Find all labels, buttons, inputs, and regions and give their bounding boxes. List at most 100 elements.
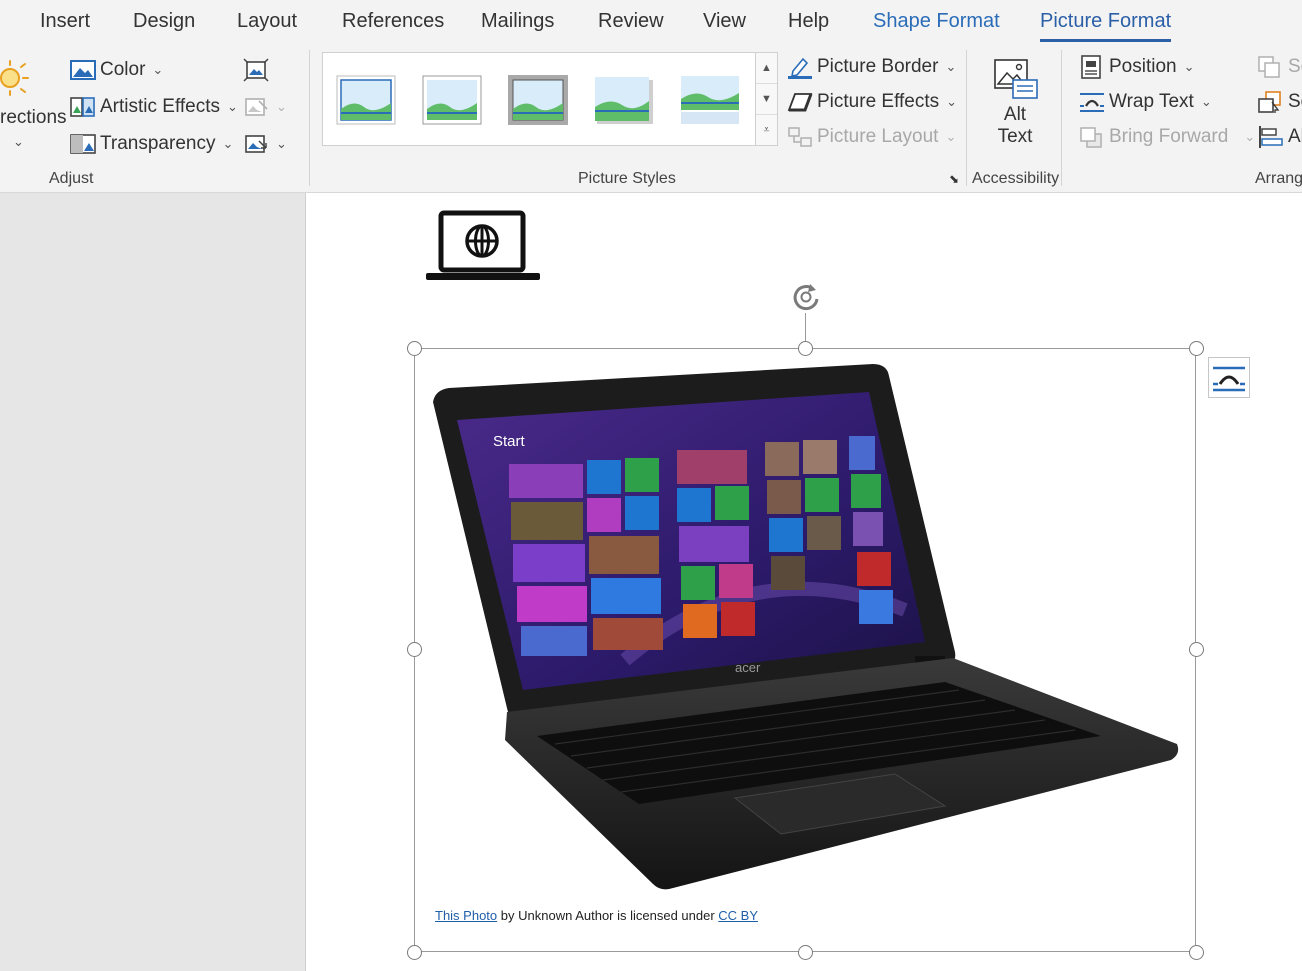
chevron-down-icon: ⌄ xyxy=(945,59,957,74)
send-backward-icon xyxy=(1258,91,1281,113)
gallery-scroll-down-button[interactable]: ▼ xyxy=(756,84,777,115)
color-label: Color xyxy=(100,59,146,80)
align-button[interactable]: Al xyxy=(1258,125,1302,149)
align-left-icon xyxy=(1259,126,1283,148)
color-button[interactable]: Color ⌄ xyxy=(70,58,163,82)
chevron-down-icon: ⌄ xyxy=(945,129,957,144)
tab-insert[interactable]: Insert xyxy=(40,10,90,33)
resize-handle-right[interactable] xyxy=(1189,642,1204,657)
compress-pictures-icon xyxy=(243,58,269,82)
rotate-handle-icon[interactable] xyxy=(789,281,823,313)
gallery-more-button[interactable]: ⩡ xyxy=(756,115,777,146)
artistic-effects-label: Artistic Effects xyxy=(100,96,221,117)
ribbon: rections ⌄ Color ⌄ Artistic Effects ⌄ Tr… xyxy=(0,48,1302,193)
chevron-down-icon: ⌄ xyxy=(222,136,234,151)
cc-by-link[interactable]: CC BY xyxy=(718,908,758,923)
change-picture-button[interactable]: ⌄ xyxy=(243,95,287,119)
picture-layout-button[interactable]: Picture Layout ⌄ xyxy=(787,125,956,149)
layout-options-button[interactable] xyxy=(1208,357,1250,398)
alt-text-label-line1: Alt xyxy=(1003,104,1027,125)
resize-handle-bottom-right[interactable] xyxy=(1189,945,1204,960)
wrap-text-button[interactable]: Wrap Text ⌄ xyxy=(1079,90,1212,114)
alt-text-button[interactable]: Alt Text xyxy=(990,58,1040,148)
send-backward-label: Se xyxy=(1288,91,1302,112)
picture-layout-icon xyxy=(788,127,812,147)
gallery-scroll-up-button[interactable]: ▲ xyxy=(756,53,777,84)
more-icon: ⩡ xyxy=(763,124,770,136)
tab-mailings[interactable]: Mailings xyxy=(481,10,554,33)
send-backward-button[interactable]: Se xyxy=(1258,90,1302,114)
bring-forward-button[interactable]: Bring Forward ⌄ xyxy=(1079,125,1255,149)
color-icon xyxy=(70,60,96,80)
tab-references[interactable]: References xyxy=(342,10,444,33)
picture-effects-icon xyxy=(787,93,813,112)
artistic-effects-icon xyxy=(70,97,95,117)
navigation-pane xyxy=(0,193,306,971)
this-photo-link[interactable]: This Photo xyxy=(435,908,497,923)
position-label: Position xyxy=(1109,56,1177,77)
chevron-down-icon: ⌄ xyxy=(152,62,164,77)
sun-icon xyxy=(0,60,29,96)
tab-layout[interactable]: Layout xyxy=(237,10,297,33)
transparency-button[interactable]: Transparency ⌄ xyxy=(70,132,233,156)
picture-border-icon xyxy=(788,57,812,79)
picture-effects-button[interactable]: Picture Effects ⌄ xyxy=(787,90,957,114)
attribution-text: by Unknown Author is licensed under xyxy=(497,908,719,923)
picture-styles-gallery xyxy=(322,52,756,146)
align-label: Al xyxy=(1288,126,1302,147)
corrections-label[interactable]: rections xyxy=(0,107,67,129)
tab-view[interactable]: View xyxy=(703,10,746,33)
gallery-scroll: ▲ ▼ ⩡ xyxy=(756,52,778,146)
chevron-down-icon: ⌄ xyxy=(227,99,238,114)
resize-handle-left[interactable] xyxy=(407,642,422,657)
dialog-launcher-icon: ⬊ xyxy=(949,172,960,186)
compress-pictures-button[interactable] xyxy=(243,58,269,82)
picture-styles-group-label: Picture Styles xyxy=(578,170,676,187)
corrections-dropdown[interactable]: ⌄ xyxy=(10,134,24,150)
tab-help[interactable]: Help xyxy=(788,10,829,33)
tab-shape-format[interactable]: Shape Format xyxy=(873,10,1000,33)
selection-pane-icon xyxy=(1258,56,1280,78)
picture-border-button[interactable]: Picture Border ⌄ xyxy=(787,55,956,79)
picture-effects-label: Picture Effects xyxy=(817,91,940,112)
resize-handle-top[interactable] xyxy=(798,341,813,356)
resize-handle-bottom-left[interactable] xyxy=(407,945,422,960)
chevron-up-icon: ▲ xyxy=(761,62,772,74)
alt-text-label-line2: Text xyxy=(997,126,1033,147)
tab-review[interactable]: Review xyxy=(598,10,664,33)
picture-style-drop-shadow[interactable] xyxy=(594,75,654,125)
tab-picture-format[interactable]: Picture Format xyxy=(1040,10,1172,42)
chevron-down-icon: ⌄ xyxy=(276,99,287,114)
tab-design[interactable]: Design xyxy=(133,10,195,33)
picture-style-beveled[interactable] xyxy=(422,75,482,125)
bring-forward-icon xyxy=(1080,127,1102,148)
chevron-down-icon: ⌄ xyxy=(13,134,24,149)
chevron-down-icon: ▼ xyxy=(761,93,772,105)
group-divider xyxy=(1061,50,1062,186)
wrap-text-icon xyxy=(1213,366,1245,392)
position-button[interactable]: Position ⌄ xyxy=(1079,55,1195,79)
chevron-down-icon: ⌄ xyxy=(1244,129,1256,144)
selection-pane-button[interactable]: Se xyxy=(1258,55,1302,79)
picture-style-metal-frame[interactable] xyxy=(508,75,568,125)
group-divider xyxy=(309,50,310,186)
picture-layout-label: Picture Layout xyxy=(817,126,939,147)
chevron-down-icon: ⌄ xyxy=(276,136,287,151)
laptop-globe-icon[interactable] xyxy=(425,210,541,284)
wrap-text-label: Wrap Text xyxy=(1109,91,1194,112)
chevron-down-icon: ⌄ xyxy=(1183,59,1195,74)
format-picture-launcher[interactable]: ⬊ xyxy=(949,172,959,186)
photo-attribution-caption: This Photo by Unknown Author is licensed… xyxy=(435,908,758,923)
resize-handle-top-right[interactable] xyxy=(1189,341,1204,356)
resize-handle-bottom[interactable] xyxy=(798,945,813,960)
resize-handle-top-left[interactable] xyxy=(407,341,422,356)
corrections-button[interactable] xyxy=(0,54,42,102)
position-icon xyxy=(1081,55,1101,79)
picture-style-reflected[interactable] xyxy=(680,75,740,125)
accessibility-group-label: Accessibility xyxy=(972,170,1060,187)
artistic-effects-button[interactable]: Artistic Effects ⌄ xyxy=(70,95,238,119)
ribbon-tab-bar: Insert Design Layout References Mailings… xyxy=(0,0,1302,48)
picture-style-simple-frame[interactable] xyxy=(336,75,396,125)
reset-picture-button[interactable]: ⌄ xyxy=(243,132,287,156)
wrap-text-icon xyxy=(1080,93,1104,112)
